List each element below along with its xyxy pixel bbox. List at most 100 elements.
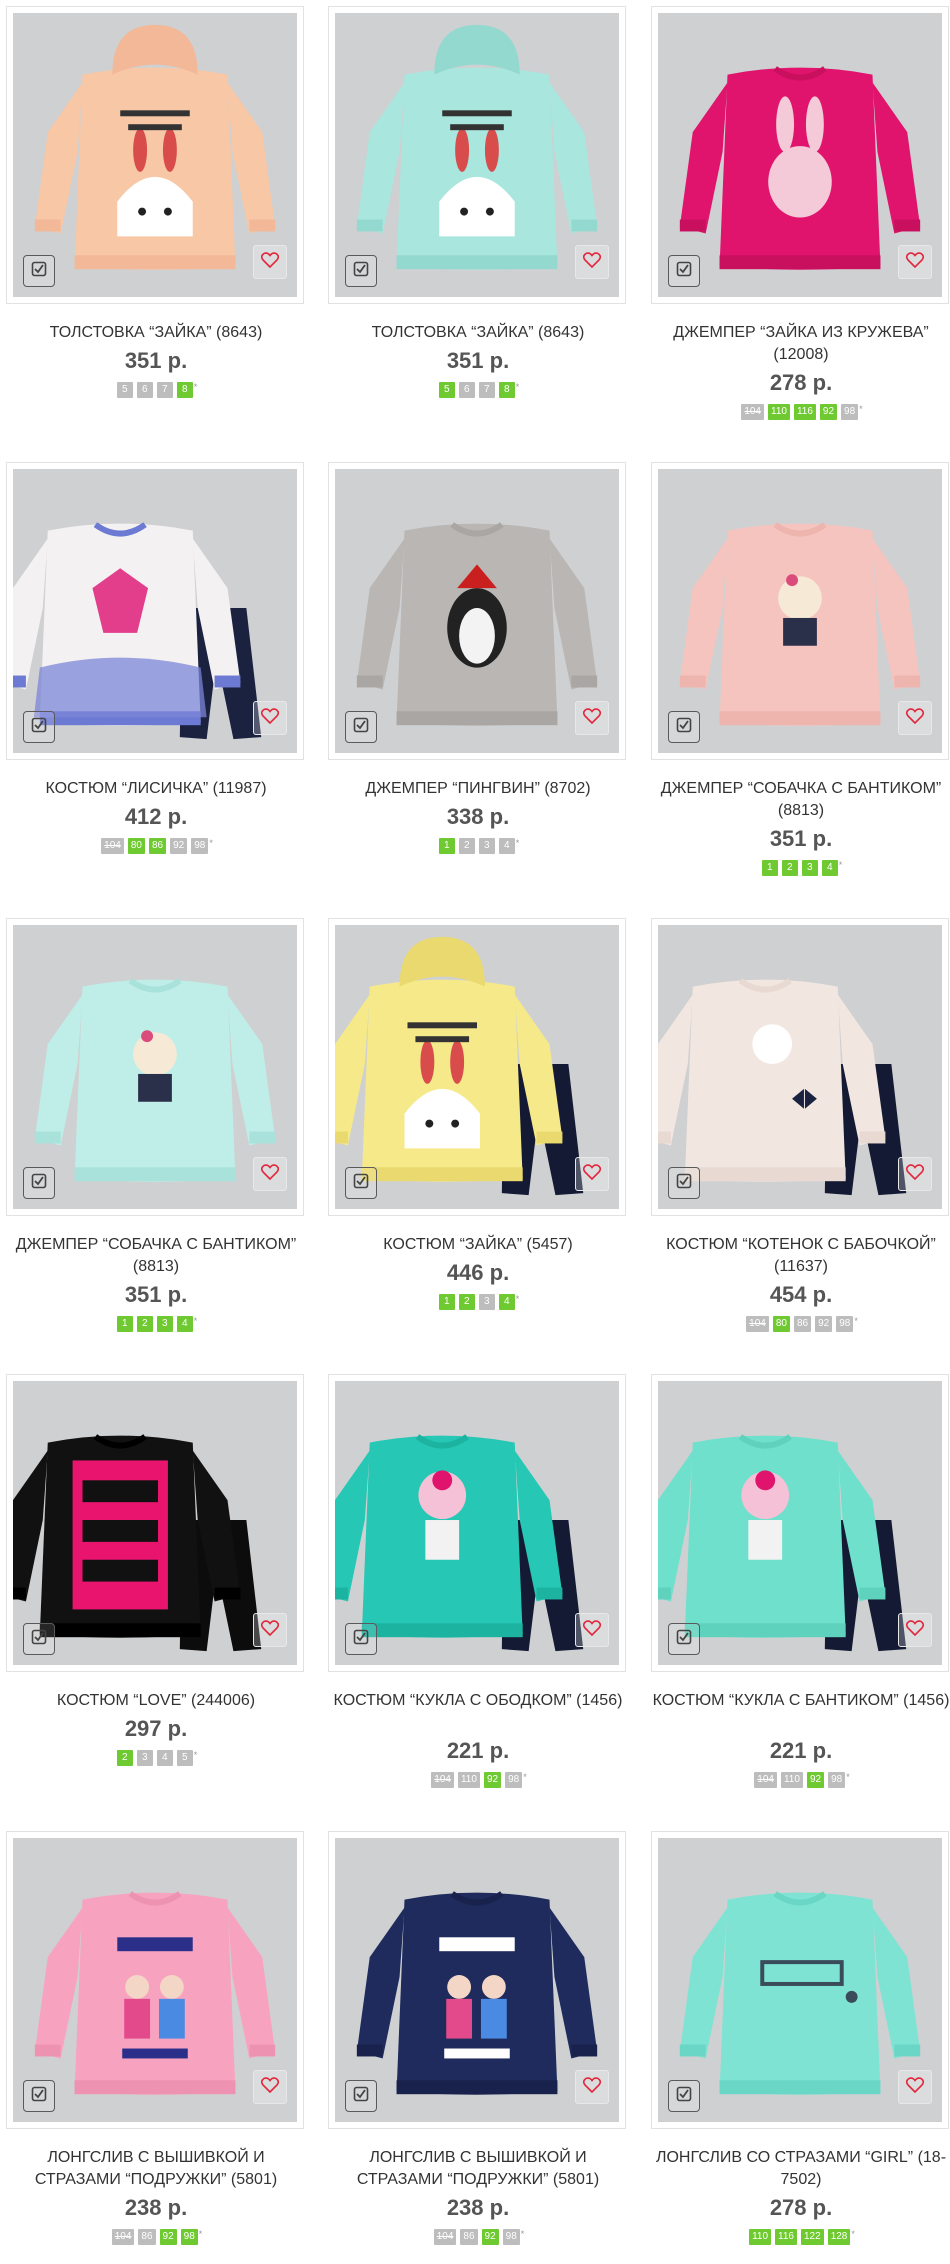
size-chip-unavailable[interactable]: 104 (111, 2229, 135, 2245)
size-chip-unavailable[interactable]: 5 (116, 382, 133, 398)
size-chip-available[interactable]: 4 (176, 1316, 193, 1332)
compare-button[interactable] (23, 2080, 55, 2112)
size-chip-unavailable[interactable]: 86 (460, 2229, 478, 2245)
compare-button[interactable] (668, 2080, 700, 2112)
compare-button[interactable] (668, 1623, 700, 1655)
product-name[interactable]: ЛОНГСЛИВ С ВЫШИВКОЙ И СТРАЗАМИ “ПОДРУЖКИ… (6, 2147, 306, 2191)
compare-button[interactable] (23, 1623, 55, 1655)
size-chip-available[interactable]: 122 (801, 2229, 824, 2245)
size-chip-unavailable[interactable]: 110 (780, 1772, 803, 1788)
product-photo[interactable] (6, 462, 304, 760)
size-chip-available[interactable]: 80 (127, 838, 145, 854)
size-chip-unavailable[interactable]: 6 (458, 382, 475, 398)
size-chip-available[interactable]: 3 (156, 1316, 173, 1332)
size-chip-unavailable[interactable]: 98 (502, 2229, 520, 2245)
product-name[interactable]: ДЖЕМПЕР “СОБАЧКА С БАНТИКОМ” (8813) (651, 778, 950, 822)
product-name[interactable]: ДЖЕМПЕР “СОБАЧКА С БАНТИКОМ” (8813) (6, 1234, 306, 1278)
size-chip-unavailable[interactable]: 7 (156, 382, 173, 398)
size-chip-available[interactable]: 92 (806, 1772, 825, 1788)
product-name[interactable]: КОСТЮМ “КУКЛА С ОБОДКОМ” (1456) (328, 1690, 628, 1712)
product-photo[interactable] (651, 6, 949, 304)
size-chip-available[interactable]: 92 (819, 404, 838, 420)
compare-button[interactable] (23, 255, 55, 287)
size-chip-available[interactable]: 128 (827, 2229, 851, 2245)
favorite-button[interactable] (575, 1613, 609, 1647)
size-chip-unavailable[interactable]: 7 (478, 382, 495, 398)
size-chip-available[interactable]: 1 (438, 838, 455, 854)
product-name[interactable]: ТОЛСТОВКА “ЗАЙКА” (8643) (328, 322, 628, 344)
size-chip-unavailable[interactable]: 104 (431, 1772, 454, 1788)
compare-button[interactable] (668, 1167, 700, 1199)
size-chip-available[interactable]: 1 (116, 1316, 133, 1332)
size-chip-available[interactable]: 2 (116, 1750, 133, 1766)
size-chip-unavailable[interactable]: 104 (754, 1772, 777, 1788)
favorite-button[interactable] (575, 701, 609, 735)
product-name[interactable]: ДЖЕМПЕР “ПИНГВИН” (8702) (328, 778, 628, 800)
favorite-button[interactable] (898, 1157, 932, 1191)
product-name[interactable]: КОСТЮМ “КУКЛА С БАНТИКОМ” (1456) (651, 1690, 950, 1712)
product-photo[interactable] (328, 1831, 626, 2129)
size-chip-unavailable[interactable]: 104 (433, 2229, 457, 2245)
favorite-button[interactable] (253, 245, 287, 279)
size-chip-unavailable[interactable]: 4 (156, 1750, 173, 1766)
favorite-button[interactable] (575, 1157, 609, 1191)
product-photo[interactable] (651, 918, 949, 1216)
size-chip-available[interactable]: 92 (481, 2229, 499, 2245)
size-chip-available[interactable]: 110 (749, 2229, 772, 2245)
size-chip-unavailable[interactable]: 6 (136, 382, 153, 398)
compare-button[interactable] (345, 711, 377, 743)
compare-button[interactable] (23, 711, 55, 743)
product-name[interactable]: ДЖЕМПЕР “ЗАЙКА ИЗ КРУЖЕВА” (12008) (651, 322, 950, 366)
compare-button[interactable] (668, 255, 700, 287)
favorite-button[interactable] (575, 2070, 609, 2104)
size-chip-unavailable[interactable]: 5 (176, 1750, 193, 1766)
product-photo[interactable] (651, 1374, 949, 1672)
size-chip-available[interactable]: 2 (136, 1316, 153, 1332)
product-photo[interactable] (6, 6, 304, 304)
product-name[interactable]: КОСТЮМ “ЛИСИЧКА” (11987) (6, 778, 306, 800)
size-chip-available[interactable]: 8 (498, 382, 515, 398)
size-chip-unavailable[interactable]: 104 (101, 838, 124, 854)
size-chip-available[interactable]: 116 (793, 404, 816, 420)
size-chip-available[interactable]: 8 (176, 382, 193, 398)
size-chip-unavailable[interactable]: 3 (478, 838, 495, 854)
size-chip-available[interactable]: 92 (483, 1772, 502, 1788)
size-chip-available[interactable]: 116 (775, 2229, 797, 2245)
size-chip-available[interactable]: 98 (180, 2229, 198, 2245)
product-name[interactable]: ЛОНГСЛИВ СО СТРАЗАМИ “GIRL” (18-7502) (651, 2147, 950, 2191)
product-photo[interactable] (6, 1374, 304, 1672)
size-chip-unavailable[interactable]: 104 (741, 404, 764, 420)
size-chip-available[interactable]: 1 (438, 1294, 455, 1310)
product-photo[interactable] (328, 6, 626, 304)
favorite-button[interactable] (898, 2070, 932, 2104)
size-chip-available[interactable]: 2 (781, 860, 798, 876)
product-photo[interactable] (328, 1374, 626, 1672)
size-chip-unavailable[interactable]: 3 (478, 1294, 495, 1310)
compare-button[interactable] (345, 1167, 377, 1199)
product-name[interactable]: ТОЛСТОВКА “ЗАЙКА” (8643) (6, 322, 306, 344)
favorite-button[interactable] (253, 1613, 287, 1647)
size-chip-unavailable[interactable]: 98 (191, 838, 209, 854)
size-chip-unavailable[interactable]: 2 (458, 838, 475, 854)
product-name[interactable]: КОСТЮМ “ЗАЙКА” (5457) (328, 1234, 628, 1256)
size-chip-available[interactable]: 4 (821, 860, 838, 876)
size-chip-unavailable[interactable]: 92 (170, 838, 188, 854)
size-chip-available[interactable]: 1 (761, 860, 778, 876)
size-chip-available[interactable]: 86 (148, 838, 167, 854)
compare-button[interactable] (668, 711, 700, 743)
favorite-button[interactable] (898, 245, 932, 279)
product-name[interactable]: КОСТЮМ “LOVE” (244006) (6, 1690, 306, 1712)
product-name[interactable]: ЛОНГСЛИВ С ВЫШИВКОЙ И СТРАЗАМИ “ПОДРУЖКИ… (328, 2147, 628, 2191)
size-chip-available[interactable]: 4 (498, 1294, 515, 1310)
favorite-button[interactable] (898, 1613, 932, 1647)
size-chip-available[interactable]: 3 (801, 860, 818, 876)
size-chip-unavailable[interactable]: 92 (815, 1316, 833, 1332)
product-photo[interactable] (6, 918, 304, 1216)
compare-button[interactable] (345, 255, 377, 287)
compare-button[interactable] (23, 1167, 55, 1199)
product-photo[interactable] (651, 462, 949, 760)
size-chip-available[interactable]: 92 (159, 2229, 177, 2245)
size-chip-available[interactable]: 5 (438, 382, 455, 398)
compare-button[interactable] (345, 1623, 377, 1655)
product-photo[interactable] (651, 1831, 949, 2129)
